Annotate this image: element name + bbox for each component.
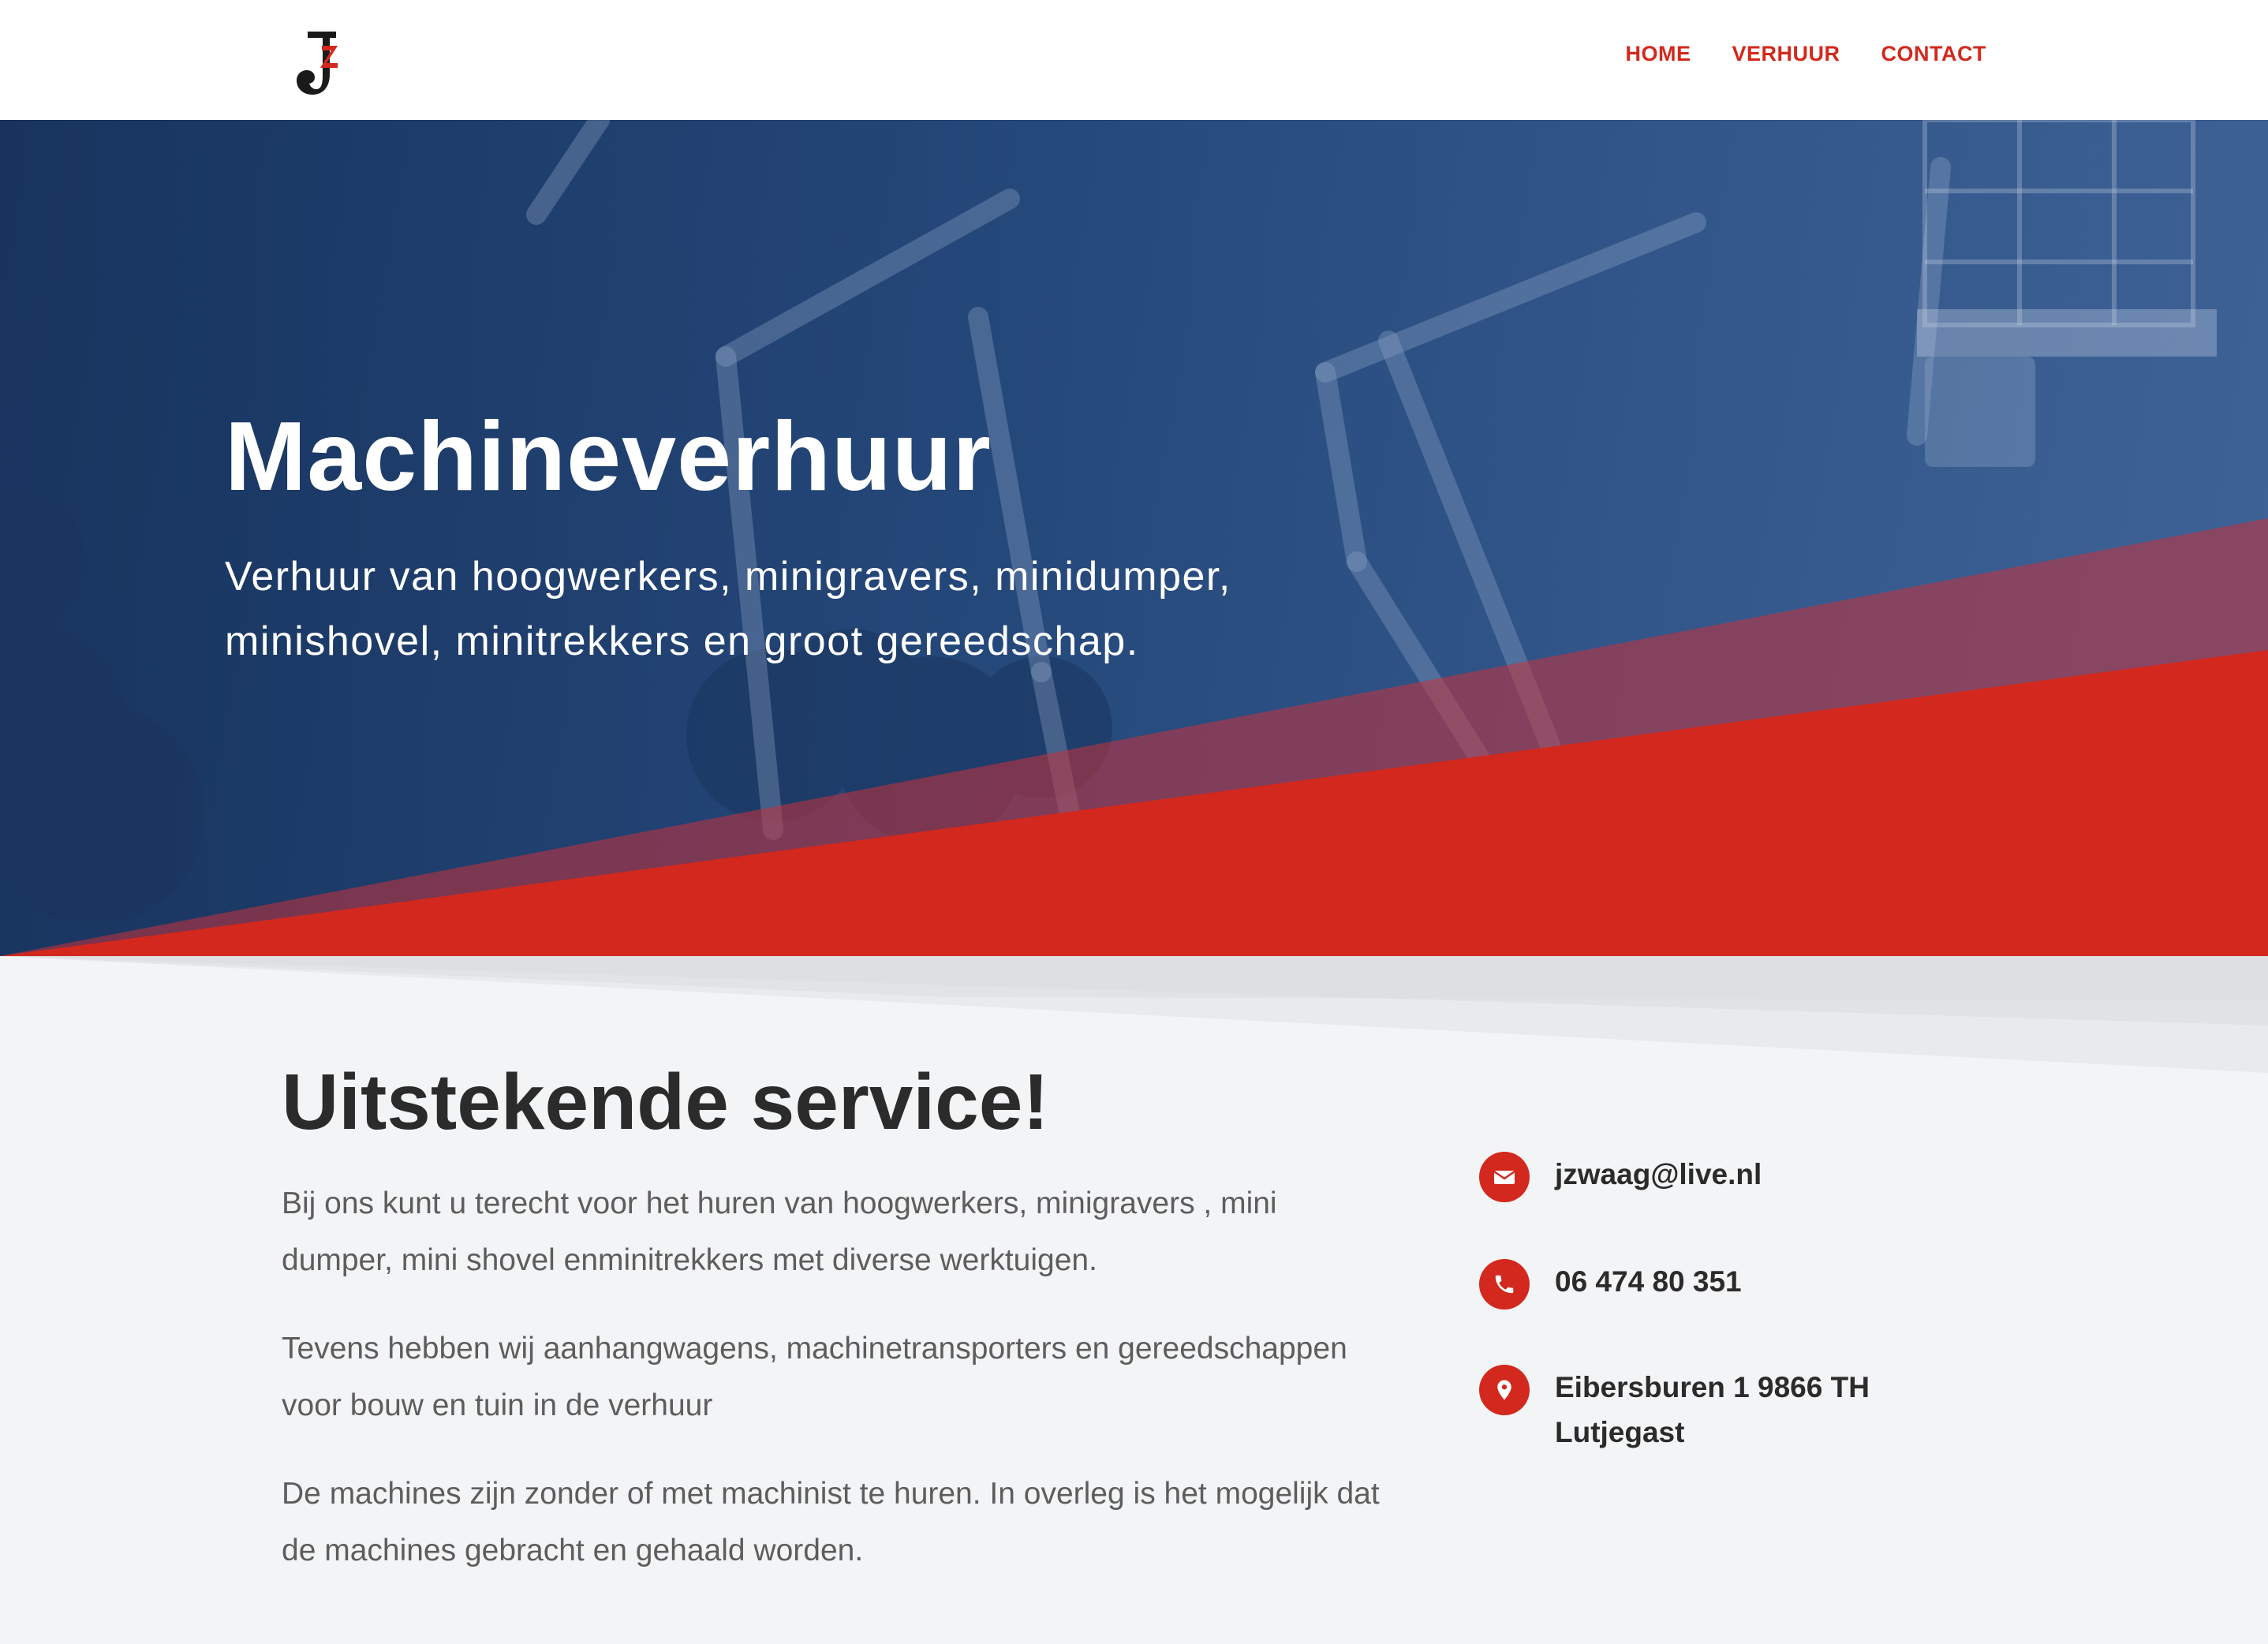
logo-icon	[297, 32, 338, 95]
map-pin-icon	[1479, 1365, 1530, 1415]
nav-verhuur[interactable]: VERHUUR	[1732, 42, 1840, 66]
section-heading: Uitstekende service!	[282, 1058, 1049, 1146]
paragraph: De machines zijn zonder of met machinist…	[282, 1477, 1380, 1567]
contact-phone-row: 06 474 80 351	[1479, 1259, 1742, 1310]
contact-email-row: jzwaag@live.nl	[1479, 1152, 1762, 1202]
phone-icon	[1479, 1259, 1530, 1310]
hero-subtitle: Verhuur van hoogwerkers, minigravers, mi…	[225, 554, 1231, 664]
intro-text: Bij ons kunt u terecht voor het huren va…	[282, 1175, 1386, 1611]
paragraph: Tevens hebben wij aanhangwagens, machine…	[282, 1332, 1347, 1422]
paragraph: Bij ons kunt u terecht voor het huren va…	[282, 1186, 1277, 1277]
hero-background-image	[0, 120, 2268, 956]
phone-link[interactable]: 06 474 80 351	[1555, 1259, 1742, 1304]
contact-address-row: Eibersburen 1 9866 TH Lutjegast	[1479, 1365, 1934, 1455]
main-nav: HOME VERHUUR CONTACT	[1626, 42, 1987, 66]
nav-home[interactable]: HOME	[1626, 42, 1691, 66]
email-link[interactable]: jzwaag@live.nl	[1555, 1152, 1762, 1197]
logo-link[interactable]	[290, 25, 353, 98]
envelope-icon	[1479, 1152, 1530, 1202]
nav-contact[interactable]: CONTACT	[1881, 42, 1986, 66]
hero-title: Machineverhuur	[225, 402, 992, 511]
site-header: HOME VERHUUR CONTACT	[0, 0, 2268, 120]
address-text: Eibersburen 1 9866 TH Lutjegast	[1555, 1371, 1870, 1448]
hero-banner: Machineverhuur Verhuur van hoogwerkers, …	[0, 120, 2268, 956]
